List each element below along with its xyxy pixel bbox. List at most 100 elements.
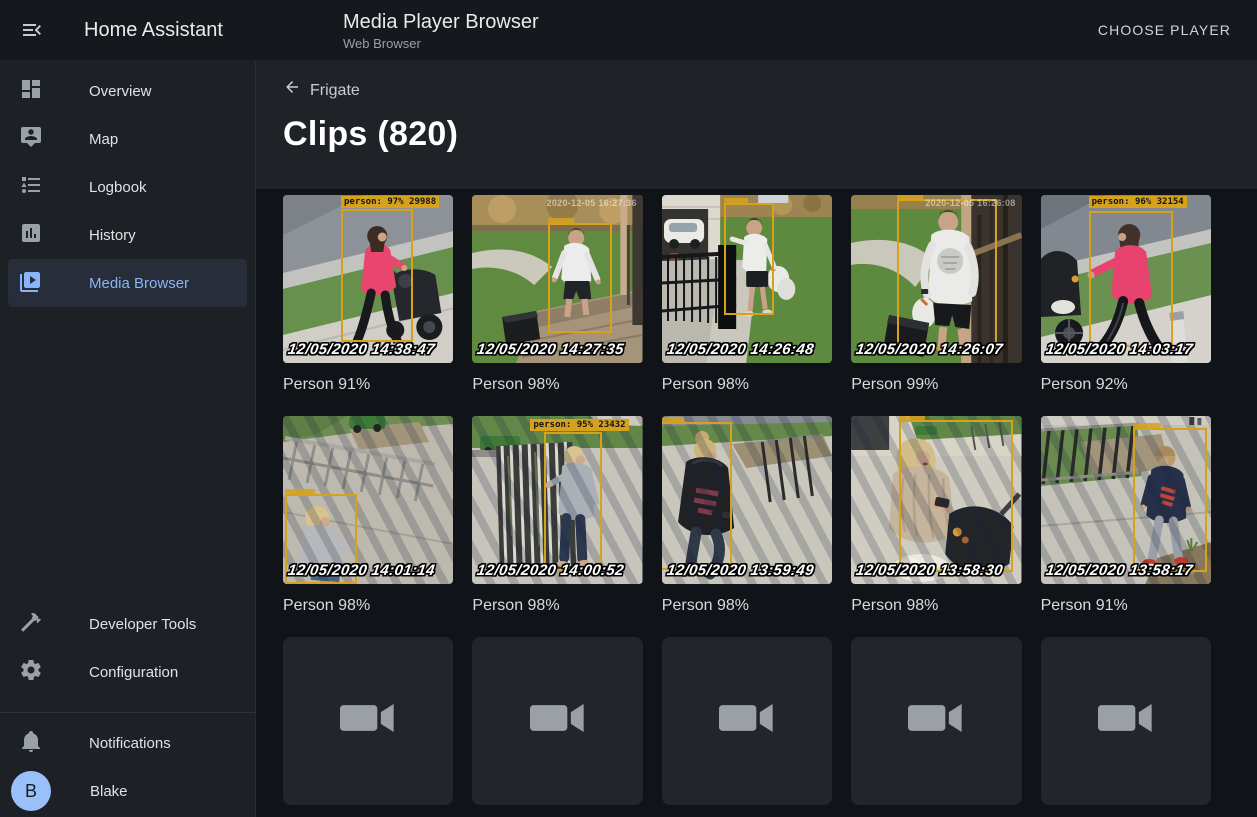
top-bar-main: Media Player Browser Web Browser CHOOSE … bbox=[256, 0, 1257, 60]
folder-thumbnail bbox=[1041, 637, 1211, 805]
sidebar-item-developer-tools[interactable]: Developer Tools bbox=[8, 600, 247, 648]
folder-tile-today[interactable]: Today (164) bbox=[283, 637, 453, 817]
clip-label: Person 98% bbox=[283, 596, 453, 615]
clip-tile[interactable]: person: 95% 23432 12/05/2020 14:00:52 Pe… bbox=[472, 416, 642, 615]
clip-tile[interactable]: 12/05/2020 14:01:14 Person 98% bbox=[283, 416, 453, 615]
top-bar: Home Assistant Media Player Browser Web … bbox=[0, 0, 1257, 60]
sidebar-item-label: Map bbox=[89, 131, 118, 148]
video-camera-icon bbox=[1098, 701, 1154, 740]
video-camera-icon bbox=[908, 701, 964, 740]
folder-thumbnail bbox=[472, 637, 642, 805]
breadcrumb-label: Frigate bbox=[310, 79, 360, 103]
sidebar-item-map[interactable]: Map bbox=[8, 115, 247, 163]
clip-tile[interactable]: 2020-12-05 16:26:08 12/05/2020 14:26:07 … bbox=[851, 195, 1021, 394]
clip-tile[interactable]: 12/05/2020 13:58:30 Person 98% bbox=[851, 416, 1021, 615]
clip-label: Person 92% bbox=[1041, 375, 1211, 394]
sidebar-item-logbook[interactable]: Logbook bbox=[8, 163, 247, 211]
page-subtitle: Web Browser bbox=[343, 35, 539, 53]
clip-thumbnail: person: 95% 23432 12/05/2020 14:00:52 bbox=[472, 416, 642, 584]
choose-player-button[interactable]: CHOOSE PLAYER bbox=[1092, 21, 1237, 39]
clip-thumbnail: 2020-12-05 16:26:08 12/05/2020 14:26:07 bbox=[851, 195, 1021, 363]
map-account-icon bbox=[19, 125, 43, 153]
clip-tile[interactable]: 12/05/2020 13:58:17 Person 91% bbox=[1041, 416, 1211, 615]
clip-scene bbox=[662, 416, 832, 584]
clip-thumbnail: 12/05/2020 13:58:30 bbox=[851, 416, 1021, 584]
clip-scene bbox=[1041, 195, 1211, 363]
clip-tile[interactable]: 12/05/2020 14:26:48 Person 98% bbox=[662, 195, 832, 394]
folder-tile-back[interactable]: Back (427) bbox=[1041, 637, 1211, 817]
view-dashboard-icon bbox=[19, 77, 43, 105]
clip-scene bbox=[662, 195, 832, 363]
sidebar-item-label: Logbook bbox=[89, 179, 147, 196]
folder-tile-this-month[interactable]: This Month (502) bbox=[662, 637, 832, 817]
sidebar-item-label: Overview bbox=[89, 83, 152, 100]
video-camera-icon bbox=[530, 701, 586, 740]
play-box-multiple-icon bbox=[19, 269, 43, 297]
sidebar-user[interactable]: B Blake bbox=[8, 767, 247, 815]
clip-scene bbox=[283, 195, 453, 363]
clip-thumbnail: 12/05/2020 13:59:49 bbox=[662, 416, 832, 584]
clip-scene bbox=[472, 195, 642, 363]
page-title: Media Player Browser bbox=[343, 10, 539, 34]
menu-open-icon bbox=[20, 18, 44, 42]
folder-thumbnail bbox=[851, 637, 1021, 805]
page-heading: Clips (820) bbox=[283, 114, 1211, 154]
sidebar-item-label: Notifications bbox=[89, 735, 171, 752]
list-bulleted-icon bbox=[19, 173, 43, 201]
sidebar-item-label: Media Browser bbox=[89, 275, 189, 292]
sidebar: Overview Map Logbook History Media Brows… bbox=[0, 60, 256, 817]
clip-scene bbox=[283, 416, 453, 584]
sidebar-item-history[interactable]: History bbox=[8, 211, 247, 259]
folder-tile-last-month[interactable]: Last Month (318) bbox=[851, 637, 1021, 817]
user-name: Blake bbox=[90, 783, 128, 800]
gear-icon bbox=[19, 658, 43, 686]
menu-open-button[interactable] bbox=[20, 18, 44, 42]
clip-thumbnail: 2020-12-05 16:27:36 12/05/2020 14:27:35 bbox=[472, 195, 642, 363]
clip-label: Person 91% bbox=[283, 375, 453, 394]
clip-tile[interactable]: person: 97% 29988 12/05/2020 14:38:47 Pe… bbox=[283, 195, 453, 394]
sidebar-item-media-browser[interactable]: Media Browser bbox=[8, 259, 247, 307]
clip-label: Person 98% bbox=[472, 596, 642, 615]
breadcrumb-back-frigate[interactable]: Frigate bbox=[283, 78, 360, 104]
sidebar-item-overview[interactable]: Overview bbox=[8, 67, 247, 115]
folder-thumbnail bbox=[283, 637, 453, 805]
arrow-left-icon bbox=[283, 78, 301, 104]
clip-thumbnail: person: 96% 32154 12/05/2020 14:03:17 bbox=[1041, 195, 1211, 363]
chart-box-icon bbox=[19, 221, 43, 249]
clip-tile[interactable]: 2020-12-05 16:27:36 12/05/2020 14:27:35 … bbox=[472, 195, 642, 394]
top-bar-left: Home Assistant bbox=[0, 0, 256, 60]
sidebar-item-label: History bbox=[89, 227, 136, 244]
bell-icon bbox=[19, 729, 43, 757]
clip-scene bbox=[851, 195, 1021, 363]
page-title-block: Media Player Browser Web Browser bbox=[343, 8, 539, 53]
media-grid-container: person: 97% 29988 12/05/2020 14:38:47 Pe… bbox=[256, 189, 1257, 817]
app-title: Home Assistant bbox=[84, 19, 223, 42]
clip-label: Person 91% bbox=[1041, 596, 1211, 615]
home-assistant-app: Home Assistant Media Player Browser Web … bbox=[0, 0, 1257, 817]
sidebar-spacer bbox=[0, 307, 255, 600]
clip-tile[interactable]: person: 96% 32154 12/05/2020 14:03:17 Pe… bbox=[1041, 195, 1211, 394]
sidebar-divider bbox=[0, 712, 255, 713]
clip-scene bbox=[472, 416, 642, 584]
sidebar-item-notifications[interactable]: Notifications bbox=[8, 719, 247, 767]
clip-label: Person 99% bbox=[851, 375, 1021, 394]
clip-thumbnail: 12/05/2020 14:26:48 bbox=[662, 195, 832, 363]
main-content: Frigate Clips (820) bbox=[256, 60, 1257, 817]
clip-label: Person 98% bbox=[662, 596, 832, 615]
clip-thumbnail: 12/05/2020 13:58:17 bbox=[1041, 416, 1211, 584]
clip-label: Person 98% bbox=[472, 375, 642, 394]
sidebar-item-label: Developer Tools bbox=[89, 616, 196, 633]
clip-label: Person 98% bbox=[662, 375, 832, 394]
avatar: B bbox=[11, 771, 51, 811]
clip-scene bbox=[851, 416, 1021, 584]
content-header: Frigate Clips (820) bbox=[256, 60, 1257, 189]
video-camera-icon bbox=[340, 701, 396, 740]
sidebar-item-configuration[interactable]: Configuration bbox=[8, 648, 247, 696]
clip-thumbnail: 12/05/2020 14:01:14 bbox=[283, 416, 453, 584]
clip-label: Person 98% bbox=[851, 596, 1021, 615]
clip-scene bbox=[1041, 416, 1211, 584]
video-camera-icon bbox=[719, 701, 775, 740]
folder-tile-yesterday[interactable]: Yesterday (209) bbox=[472, 637, 642, 817]
folder-thumbnail bbox=[662, 637, 832, 805]
clip-tile[interactable]: 12/05/2020 13:59:49 Person 98% bbox=[662, 416, 832, 615]
